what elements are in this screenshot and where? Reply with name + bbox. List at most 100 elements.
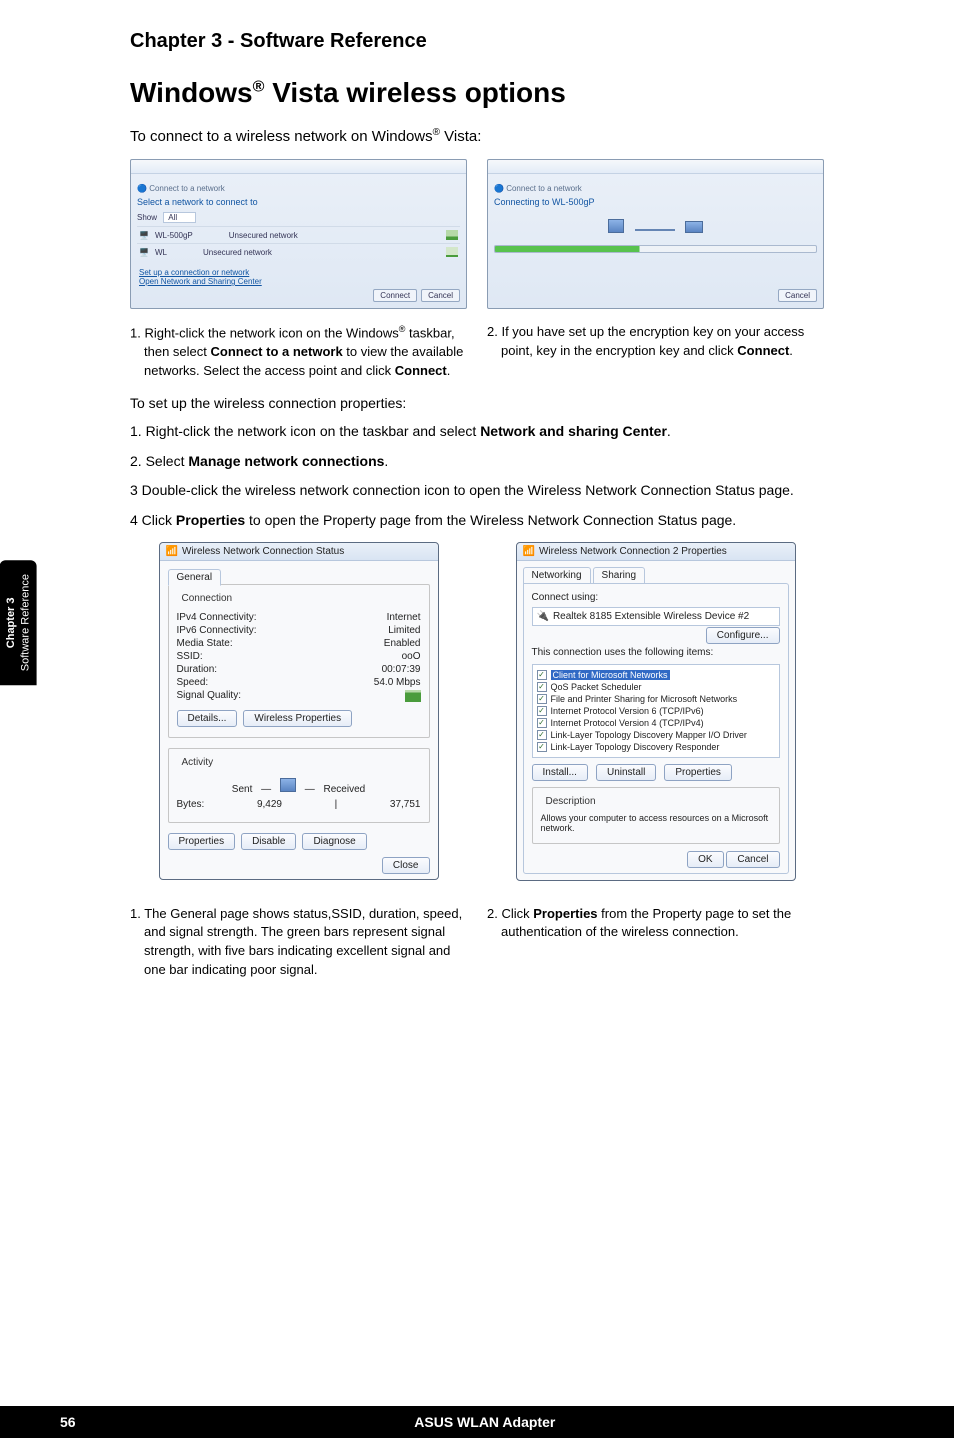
win1-show-select[interactable]: All [163,212,196,223]
signal-icon [446,247,458,257]
list-item[interactable]: ✓QoS Packet Scheduler [537,681,775,693]
cancel-button[interactable]: Cancel [726,851,779,868]
screenshot-connect-list: 🔵 Connect to a network Select a network … [130,159,467,309]
stat-ssid: SSID:ooO [177,651,421,662]
title-post: Vista wireless options [264,77,565,108]
configure-button[interactable]: Configure... [706,627,780,644]
intro-pre: To connect to a wireless network on Wind… [130,128,433,145]
win1-row0-name: WL-500gP [155,231,193,240]
setup-step-2: 2. Select Manage network connections. [130,451,824,473]
checkbox-icon[interactable]: ✓ [537,682,547,692]
adapter-field[interactable]: 🔌 Realtek 8185 Extensible Wireless Devic… [532,607,780,626]
desc-legend: Description [543,796,599,807]
computer-icon [608,219,624,233]
win1-network-row-1[interactable]: 🖥️WL Unsecured network [137,243,460,260]
adapter-icon: 🔌 [537,611,549,622]
intro-para: To connect to a wireless network on Wind… [130,127,824,145]
stat-signal: Signal Quality: [177,690,421,702]
properties-button-2[interactable]: Properties [664,764,732,781]
stat-speed: Speed:54.0 Mbps [177,677,421,688]
chapter-heading: Chapter 3 - Software Reference [130,30,824,53]
win1-cancel-button[interactable]: Cancel [421,289,460,302]
properties-button[interactable]: Properties [168,833,236,850]
stat-ipv6: IPv6 Connectivity:Limited [177,625,421,636]
list-item[interactable]: ✓Internet Protocol Version 4 (TCP/IPv4) [537,717,775,729]
bottom-caption-1: 1. The General page shows status,SSID, d… [130,905,467,980]
caption-step1: 1. Right-click the network icon on the W… [130,323,467,381]
status-title: 📶 Wireless Network Connection Status [160,543,438,561]
uninstall-button[interactable]: Uninstall [596,764,656,781]
adapter-name: Realtek 8185 Extensible Wireless Device … [553,611,749,622]
install-button[interactable]: Install... [532,764,588,781]
stat-duration: Duration:00:07:39 [177,664,421,675]
connect-using-label: Connect using: [532,592,780,603]
setup-step-3: 3 Double-click the wireless network conn… [130,480,824,502]
win1-subtitle: Select a network to connect to [137,197,460,207]
win1-connect-button[interactable]: Connect [373,289,417,302]
intro-post: Vista: [440,128,481,145]
win1-show-label: Show [137,213,157,222]
caption-step2: 2. If you have set up the encryption key… [487,323,824,381]
laptop-icon [685,221,703,233]
list-item[interactable]: ✓Link-Layer Topology Discovery Mapper I/… [537,729,775,741]
setup-steps-list: 1. Right-click the network icon on the t… [130,421,824,532]
checkbox-icon[interactable]: ✓ [537,706,547,716]
bytes-row: Bytes: 9,429 | 37,751 [177,799,421,810]
intro-sup: ® [433,127,440,138]
side-tab-line1: Chapter 3 [5,597,17,648]
checkbox-icon[interactable]: ✓ [537,694,547,704]
page-title: Windows® Vista wireless options [130,77,824,109]
stat-ipv4: IPv4 Connectivity:Internet [177,612,421,623]
win1-row1-name: WL [155,248,167,257]
uses-label: This connection uses the following items… [532,647,780,658]
close-button[interactable]: Close [382,857,430,874]
win2-subtitle: Connecting to WL-500gP [494,197,817,207]
ok-button[interactable]: OK [687,851,723,868]
win2-cancel-button[interactable]: Cancel [778,289,817,302]
connection-line-icon [635,229,675,231]
received-label: Received [324,784,366,795]
checkbox-icon[interactable]: ✓ [537,718,547,728]
list-item[interactable]: ✓Client for Microsoft Networks [537,669,775,681]
list-item[interactable]: ✓File and Printer Sharing for Microsoft … [537,693,775,705]
page-number: 56 [60,1414,76,1430]
desc-text: Allows your computer to access resources… [541,813,771,833]
computer-icon [280,778,296,792]
screenshot-connecting: 🔵 Connect to a network Connecting to WL-… [487,159,824,309]
details-button[interactable]: Details... [177,710,238,727]
signal-bars-icon [405,690,421,702]
disable-button[interactable]: Disable [241,833,296,850]
win1-row0-desc: Unsecured network [229,231,298,240]
win1-link-open-center[interactable]: Open Network and Sharing Center [139,277,262,286]
dialog-wnc-properties: 📶 Wireless Network Connection 2 Properti… [516,542,796,881]
status-legend-connection: Connection [179,593,236,604]
status-legend-activity: Activity [179,757,217,768]
footer-product: ASUS WLAN Adapter [76,1414,894,1430]
wireless-properties-button[interactable]: Wireless Properties [243,710,352,727]
side-tab-line2: Software Reference [19,574,31,671]
checkbox-icon[interactable]: ✓ [537,670,547,680]
win1-network-row-0[interactable]: 🖥️WL-500gP Unsecured network [137,226,460,243]
status-general-tab[interactable]: General [168,569,222,586]
win1-link-setup[interactable]: Set up a connection or network [139,268,262,277]
props-title: 📶 Wireless Network Connection 2 Properti… [517,543,795,561]
win1-title: Connect to a network [149,184,225,193]
protocol-list[interactable]: ✓Client for Microsoft Networks ✓QoS Pack… [532,664,780,758]
progress-bar [494,245,817,253]
page-footer: 56 ASUS WLAN Adapter [0,1406,954,1438]
stat-media: Media State:Enabled [177,638,421,649]
checkbox-icon[interactable]: ✓ [537,742,547,752]
networking-tab[interactable]: Networking [523,567,591,584]
signal-icon [446,230,458,240]
win2-title: Connect to a network [506,184,582,193]
sharing-tab[interactable]: Sharing [593,567,645,584]
bottom-caption-2: 2. Click Properties from the Property pa… [487,905,824,980]
setup-step-4: 4 Click Properties to open the Property … [130,510,824,532]
checkbox-icon[interactable]: ✓ [537,730,547,740]
list-item[interactable]: ✓Internet Protocol Version 6 (TCP/IPv6) [537,705,775,717]
dialog-wnc-status: 📶 Wireless Network Connection Status Gen… [159,542,439,880]
diagnose-button[interactable]: Diagnose [302,833,366,850]
setup-intro: To set up the wireless connection proper… [130,395,824,411]
sent-label: Sent [232,784,253,795]
list-item[interactable]: ✓Link-Layer Topology Discovery Responder [537,741,775,753]
